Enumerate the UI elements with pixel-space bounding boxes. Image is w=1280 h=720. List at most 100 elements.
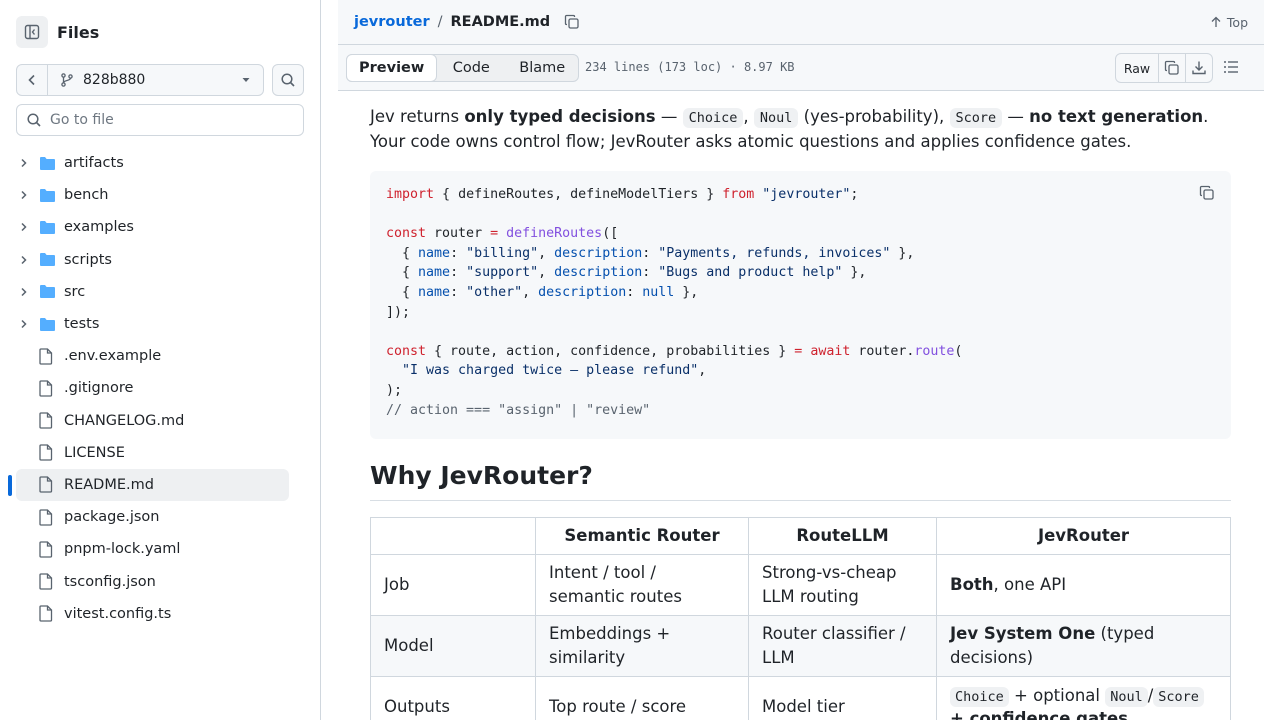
search-button[interactable]	[272, 64, 304, 96]
expand-chevron[interactable]	[18, 157, 30, 169]
raw-button[interactable]: Raw	[1116, 54, 1158, 82]
repo-link[interactable]: jevrouter	[354, 14, 430, 30]
tree-folder-item[interactable]: tests	[0, 308, 320, 340]
copy-icon	[1164, 60, 1179, 75]
tree-file-item[interactable]: LICENSE	[0, 437, 320, 469]
tree-file-item[interactable]: vitest.config.ts	[0, 598, 320, 630]
collapse-sidebar-button[interactable]	[16, 16, 48, 48]
table-cell: Top route / score	[535, 676, 749, 720]
chevron-left-icon	[28, 74, 35, 86]
tree-file-item[interactable]: package.json	[0, 501, 320, 533]
tree-folder-item[interactable]: bench	[0, 179, 320, 211]
tree-file-item[interactable]: pnpm-lock.yaml	[0, 533, 320, 565]
tree-folder-item[interactable]: src	[0, 276, 320, 308]
tree-item-label: README.md	[64, 476, 154, 493]
chevron-right-icon	[21, 255, 27, 264]
download-button[interactable]	[1185, 54, 1212, 82]
table-cell: Router classifier / LLM	[748, 615, 937, 677]
expand-chevron[interactable]	[18, 189, 30, 201]
intro-bold: only typed decisions	[464, 107, 656, 126]
code-line: { name: "support", description: "Bugs an…	[386, 265, 867, 281]
table-row: Job Intent / tool / semantic routes Stro…	[370, 554, 1231, 616]
tab-blame[interactable]: Blame	[506, 55, 578, 81]
table-cell: Embeddings + similarity	[535, 615, 749, 677]
tree-file-item[interactable]: .env.example	[0, 340, 320, 372]
tree-file-item[interactable]: tsconfig.json	[0, 565, 320, 597]
tree-item-label: tests	[64, 316, 100, 333]
go-to-file-input[interactable]	[50, 112, 280, 128]
copy-path-button[interactable]	[564, 14, 580, 30]
tree-folder-item[interactable]: examples	[0, 211, 320, 243]
code-line: import { defineRoutes, defineModelTiers …	[386, 187, 859, 202]
file-icon-wrap	[39, 476, 53, 494]
inline-code: Choice	[682, 108, 744, 128]
breadcrumb: jevrouter / README.md Top	[338, 0, 1264, 45]
search-icon	[281, 73, 295, 87]
file-sidebar: Files 828b880 artifacts bench examples scri…	[0, 0, 321, 720]
table-cell: Choice + optional Noul / Score + confidence…	[936, 676, 1231, 720]
file-actions: Raw	[1115, 53, 1213, 83]
intro-text: —	[655, 107, 683, 126]
file-icon	[39, 348, 53, 365]
branch-name: 828b880	[83, 72, 146, 88]
tree-item-label: package.json	[64, 509, 160, 526]
chevron-right-icon	[21, 320, 27, 329]
cell-bold: Both	[950, 575, 994, 594]
table-cell: Model	[370, 615, 536, 677]
branch-selector: 828b880	[16, 64, 265, 96]
table-header	[370, 517, 536, 555]
tree-folder-item[interactable]: artifacts	[0, 147, 320, 179]
folder-icon-wrap	[39, 317, 56, 332]
table-header: Semantic Router	[535, 517, 749, 555]
file-icon-wrap	[39, 412, 53, 429]
file-icon-wrap	[39, 509, 53, 526]
back-button[interactable]	[17, 65, 48, 95]
folder-icon-wrap	[39, 284, 56, 299]
sidebar-header: Files	[16, 16, 99, 48]
branch-dropdown[interactable]: 828b880	[48, 72, 263, 88]
list-icon	[1224, 61, 1238, 73]
tree-file-item[interactable]: CHANGELOG.md	[0, 405, 320, 437]
file-tree: artifacts bench examples scripts src tests .en…	[0, 147, 320, 630]
expand-chevron[interactable]	[18, 221, 30, 233]
folder-icon	[40, 220, 55, 234]
folder-icon-wrap	[39, 188, 56, 203]
tree-folder-item[interactable]: scripts	[0, 244, 320, 276]
tree-item-label: tsconfig.json	[64, 573, 156, 590]
file-icon-wrap	[39, 444, 53, 461]
chevron-right-icon	[21, 159, 27, 168]
table-cell: Model tier	[748, 676, 937, 720]
tree-file-item[interactable]: .gitignore	[0, 372, 320, 404]
expand-chevron[interactable]	[18, 254, 30, 266]
tree-item-label: examples	[64, 219, 134, 236]
file-icon-wrap	[39, 573, 53, 590]
code-line: );	[386, 382, 403, 398]
file-icon	[39, 412, 53, 429]
intro-text: ,	[743, 107, 754, 126]
copy-icon	[565, 14, 579, 29]
folder-icon	[40, 156, 55, 170]
file-icon	[39, 380, 53, 397]
file-toolbar: Preview Code Blame 234 lines (173 loc) ·…	[338, 45, 1264, 91]
inline-code: Score	[1153, 687, 1204, 707]
copy-raw-button[interactable]	[1158, 54, 1185, 82]
expand-chevron[interactable]	[18, 318, 30, 330]
file-meta: 234 lines (173 loc) · 8.97 KB	[585, 60, 795, 74]
table-cell: Intent / tool / semantic routes	[535, 554, 749, 616]
tree-item-label: bench	[64, 187, 109, 204]
tab-preview[interactable]: Preview	[346, 54, 438, 82]
tab-code[interactable]: Code	[436, 55, 506, 81]
expand-chevron[interactable]	[18, 286, 30, 298]
copy-icon	[1199, 185, 1214, 200]
top-label: Top	[1226, 14, 1248, 30]
tree-item-label: artifacts	[64, 155, 124, 172]
copy-code-button[interactable]	[1199, 185, 1215, 201]
intro-bold: no text generation	[1029, 107, 1204, 126]
tree-item-label: pnpm-lock.yaml	[64, 541, 181, 558]
tree-file-item[interactable]: README.md	[0, 468, 320, 501]
top-button[interactable]: Top	[1210, 15, 1248, 30]
outline-button[interactable]	[1222, 58, 1240, 76]
section-heading: Why JevRouter?	[370, 461, 1231, 501]
